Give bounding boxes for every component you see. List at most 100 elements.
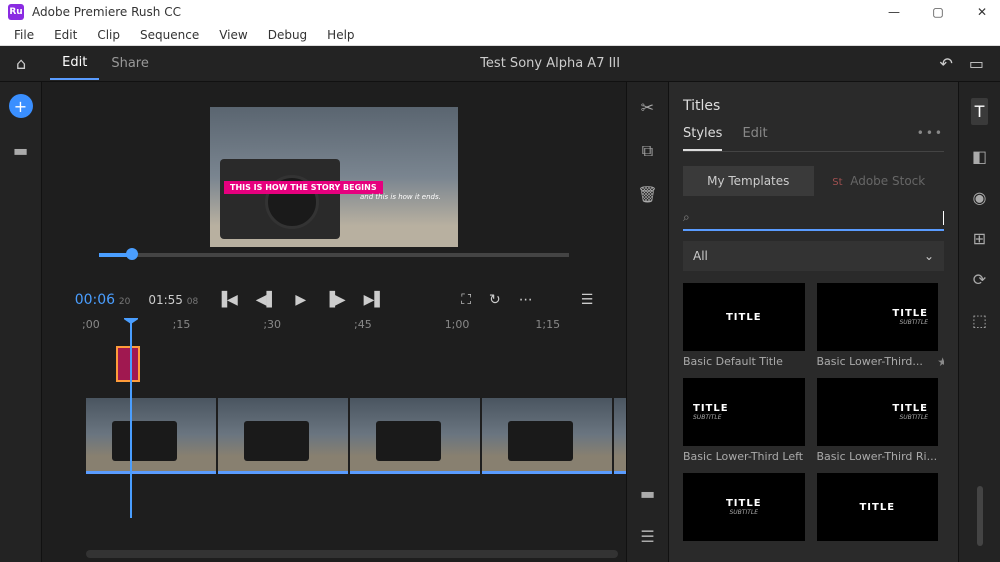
ruler-tick: 1;15 [535, 318, 626, 342]
app-title: Adobe Premiere Rush CC [32, 5, 884, 19]
add-media-button[interactable]: + [9, 94, 33, 118]
minimize-button[interactable]: — [884, 5, 904, 19]
project-panel-icon[interactable]: ▬ [9, 138, 33, 162]
goto-end-icon[interactable]: ▶▌ [364, 292, 386, 308]
comment-icon[interactable]: ▭ [969, 54, 984, 73]
title-overlay-sub: and this is how it ends. [360, 193, 441, 201]
scissors-icon[interactable]: ✂ [641, 98, 654, 117]
video-clip[interactable] [482, 398, 612, 474]
transitions-tool-icon[interactable]: ◧ [972, 147, 987, 166]
thumb-title: TITLE [892, 308, 928, 319]
thumb-subtitle: SUBTITLE [729, 509, 758, 516]
menu-help[interactable]: Help [317, 26, 364, 44]
undo-icon[interactable]: ↶ [939, 54, 952, 73]
clip-thumbnail [244, 421, 309, 461]
video-clip[interactable] [86, 398, 216, 474]
search-field[interactable]: ⌕ [683, 206, 944, 231]
tab-edit-title[interactable]: Edit [742, 126, 767, 151]
play-icon[interactable]: ▶ [295, 292, 306, 308]
color-tool-icon[interactable]: ◉ [973, 188, 987, 207]
template-thumb: TITLE SUBTITLE [683, 473, 805, 541]
video-clip[interactable] [614, 398, 626, 474]
preview-monitor: THIS IS HOW THE STORY BEGINS and this is… [42, 82, 626, 282]
video-clip[interactable] [218, 398, 348, 474]
audio-tool-icon[interactable]: ⟳ [973, 270, 986, 289]
ruler-tick: 1;00 [445, 318, 536, 342]
tab-styles[interactable]: Styles [683, 126, 722, 151]
close-button[interactable]: ✕ [972, 5, 992, 19]
menu-edit[interactable]: Edit [44, 26, 87, 44]
zoom-slider[interactable] [977, 486, 983, 546]
source-adobe-stock[interactable]: St Adobe Stock [814, 166, 945, 196]
playback-controls: 00:06 20 01:55 08 ▐◀ ◀▌ ▶ ▐▶ ▶▌ ⛶ ↻ ⋯ ☰ [42, 282, 626, 318]
preview-frame[interactable]: THIS IS HOW THE STORY BEGINS and this is… [210, 107, 458, 247]
titles-tool-icon[interactable]: T [971, 98, 989, 125]
fullscreen-icon[interactable]: ⛶ [461, 292, 471, 308]
template-thumb: TITLE [683, 283, 805, 351]
template-label: Basic Lower-Third... [817, 355, 939, 368]
scrubber-handle[interactable] [126, 248, 138, 260]
menu-sequence[interactable]: Sequence [130, 26, 209, 44]
loop-icon[interactable]: ↻ [489, 292, 501, 308]
track-control-icon[interactable]: ▬ [640, 484, 655, 503]
more-controls-icon[interactable]: ⋯ [519, 292, 533, 308]
template-tile[interactable]: TITLE SUBTITLE Basic Lower-Third Left [683, 378, 805, 463]
right-toolbar: T ◧ ◉ ⊞ ⟳ ⬚ [958, 82, 1000, 562]
ruler-tick: ;00 [82, 318, 173, 342]
template-tile[interactable]: TITLE Basic Default Title [683, 283, 805, 368]
menu-clip[interactable]: Clip [87, 26, 130, 44]
menu-file[interactable]: File [4, 26, 44, 44]
search-input[interactable] [696, 211, 941, 225]
goto-start-icon[interactable]: ▐◀ [216, 292, 238, 308]
template-thumb: TITLE SUBTITLE [817, 378, 939, 446]
template-thumb: TITLE SUBTITLE ★ [817, 283, 939, 351]
text-cursor [943, 211, 944, 225]
template-thumb: TITLE [817, 473, 939, 541]
transform-tool-icon[interactable]: ⬚ [972, 311, 987, 330]
source-my-templates[interactable]: My Templates [683, 166, 814, 196]
title-clip[interactable] [116, 346, 140, 382]
clip-thumbnail [508, 421, 573, 461]
timeline-scrollbar[interactable] [86, 550, 618, 558]
timeline-tools: ✂ ⧉ 🗑 ▬ ☰ [626, 82, 668, 562]
step-forward-icon[interactable]: ▐▶ [324, 292, 346, 308]
filter-label: All [693, 249, 708, 263]
template-tile[interactable]: TITLE [817, 473, 939, 545]
clip-thumbnail [112, 421, 177, 461]
panel-more-icon[interactable]: ••• [917, 126, 944, 140]
menu-view[interactable]: View [209, 26, 257, 44]
search-icon: ⌕ [683, 210, 690, 225]
left-toolbar: + ▬ [0, 82, 42, 562]
thumb-title: TITLE [892, 403, 928, 414]
video-track [86, 398, 626, 478]
ruler-tick: ;15 [173, 318, 264, 342]
preview-scrubber[interactable] [99, 253, 569, 257]
filter-dropdown[interactable]: All ⌄ [683, 241, 944, 271]
delete-icon[interactable]: 🗑 [637, 185, 657, 204]
speed-tool-icon[interactable]: ⊞ [973, 229, 986, 248]
tab-edit[interactable]: Edit [50, 47, 99, 80]
step-back-icon[interactable]: ◀▌ [256, 292, 278, 308]
thumb-title: TITLE [693, 403, 729, 414]
template-tile[interactable]: TITLE SUBTITLE ★ Basic Lower-Third... [817, 283, 939, 368]
duplicate-icon[interactable]: ⧉ [642, 141, 653, 161]
timeline-options-icon[interactable]: ☰ [581, 292, 594, 308]
template-tile[interactable]: TITLE SUBTITLE Basic Lower-Third Ri... [817, 378, 939, 463]
video-clip[interactable] [350, 398, 480, 474]
track-expand-icon[interactable]: ☰ [640, 527, 654, 546]
home-icon[interactable]: ⌂ [16, 54, 26, 73]
window-titlebar: Ru Adobe Premiere Rush CC — ▢ ✕ [0, 0, 1000, 24]
template-grid: TITLE Basic Default Title TITLE SUBTITLE… [683, 283, 944, 545]
timeline[interactable]: ;00 ;15 ;30 ;45 1;00 1;15 [42, 318, 626, 562]
tab-share[interactable]: Share [99, 48, 161, 79]
timecode-total: 01:55 08 [148, 293, 198, 307]
menubar: File Edit Clip Sequence View Debug Help [0, 24, 1000, 46]
template-tile[interactable]: TITLE SUBTITLE [683, 473, 805, 545]
menu-debug[interactable]: Debug [258, 26, 317, 44]
maximize-button[interactable]: ▢ [928, 5, 948, 19]
thumb-title: TITLE [726, 312, 762, 323]
playhead[interactable] [130, 318, 132, 518]
topbar: ⌂ Edit Share Test Sony Alpha A7 III ↶ ▭ [0, 46, 1000, 82]
favorite-icon[interactable]: ★ [937, 355, 944, 369]
template-label: Basic Default Title [683, 355, 805, 368]
